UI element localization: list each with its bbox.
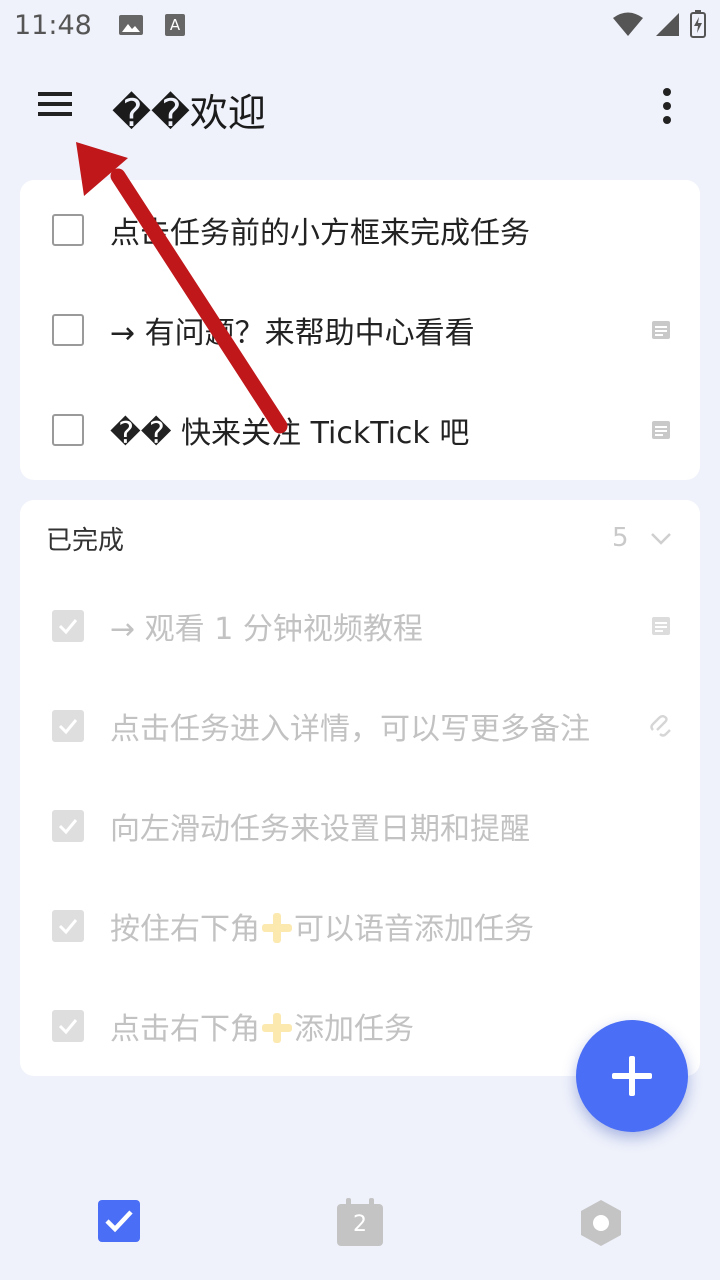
- completed-count: 5: [612, 523, 629, 553]
- note-icon: [652, 421, 670, 439]
- add-task-button[interactable]: [576, 1020, 688, 1132]
- task-checkbox-checked[interactable]: [52, 910, 84, 942]
- image-icon: [118, 14, 144, 36]
- completed-title: 已完成: [46, 525, 125, 556]
- task-text-before: 点击右下角: [110, 1012, 260, 1047]
- task-checkbox[interactable]: [52, 314, 84, 346]
- completed-task-row[interactable]: 向左滑动任务来设置日期和提醒: [20, 776, 700, 876]
- hamburger-menu-icon[interactable]: [36, 88, 76, 122]
- nav-tasks[interactable]: [96, 1198, 146, 1248]
- plus-emoji-icon: [260, 1013, 294, 1043]
- attachment-icon: [650, 715, 671, 737]
- task-checkbox-checked[interactable]: [52, 1010, 84, 1042]
- svg-text:A: A: [170, 16, 181, 34]
- bottom-nav: 2: [0, 1180, 720, 1280]
- check-icon: [58, 919, 78, 935]
- task-text: → 观看 1 分钟视频教程: [110, 612, 423, 647]
- note-icon: [652, 321, 670, 339]
- task-text: 按住右下角 可以语音添加任务: [110, 904, 534, 948]
- completed-section-header[interactable]: 已完成 5: [20, 500, 700, 576]
- task-text-after: 可以语音添加任务: [294, 912, 534, 947]
- task-text: 点击右下角 添加任务: [110, 1004, 414, 1048]
- task-row[interactable]: 点击任务前的小方框来完成任务: [20, 180, 700, 280]
- task-checkbox-checked[interactable]: [52, 610, 84, 642]
- task-row[interactable]: �� 快来关注 TickTick 吧: [20, 380, 700, 480]
- task-text: �� 快来关注 TickTick 吧: [110, 416, 470, 451]
- more-vertical-icon[interactable]: [652, 84, 682, 128]
- check-icon: [58, 1019, 78, 1035]
- hexagon-icon: [581, 1200, 621, 1246]
- signal-icon: [656, 13, 679, 36]
- status-right: [612, 10, 706, 38]
- calendar-date: 2: [353, 1212, 367, 1237]
- task-row[interactable]: → 有问题？来帮助中心看看: [20, 280, 700, 380]
- completed-task-row[interactable]: → 观看 1 分钟视频教程: [20, 576, 700, 676]
- task-text-before: 按住右下角: [110, 912, 260, 947]
- task-text: → 有问题？来帮助中心看看: [110, 316, 475, 351]
- task-checkbox-checked[interactable]: [52, 710, 84, 742]
- note-icon: [652, 617, 670, 635]
- app-header: ��欢迎: [0, 60, 720, 150]
- plus-emoji-icon: [260, 913, 294, 943]
- task-text-after: 添加任务: [294, 1012, 414, 1047]
- chevron-down-icon[interactable]: [650, 528, 672, 550]
- task-text: 点击任务进入详情，可以写更多备注: [110, 712, 590, 747]
- completed-card: 已完成 5 → 观看 1 分钟视频教程 点击任务进入详情，可以写更多备注 向左滑…: [20, 500, 700, 1076]
- page-title: ��欢迎: [112, 91, 266, 135]
- task-checkbox[interactable]: [52, 414, 84, 446]
- completed-task-row[interactable]: 按住右下角 可以语音添加任务: [20, 876, 700, 976]
- a-icon: A: [164, 13, 186, 37]
- checkbox-icon: [98, 1200, 140, 1242]
- nav-calendar[interactable]: 2: [335, 1198, 385, 1248]
- nav-habit[interactable]: [576, 1198, 626, 1248]
- task-text: 点击任务前的小方框来完成任务: [110, 216, 530, 251]
- wifi-icon: [613, 12, 643, 36]
- task-checkbox-checked[interactable]: [52, 810, 84, 842]
- task-checkbox[interactable]: [52, 214, 84, 246]
- check-icon: [58, 619, 78, 635]
- check-icon: [58, 719, 78, 735]
- check-icon: [58, 819, 78, 835]
- task-text: 向左滑动任务来设置日期和提醒: [110, 812, 530, 847]
- plus-icon: [612, 1056, 652, 1096]
- task-list-card: 点击任务前的小方框来完成任务 → 有问题？来帮助中心看看 �� 快来关注 Tic…: [20, 180, 700, 480]
- status-time: 11:48: [14, 9, 92, 41]
- completed-task-row[interactable]: 点击任务进入详情，可以写更多备注: [20, 676, 700, 776]
- status-bar: 11:48 A: [0, 0, 720, 50]
- battery-charging-icon: [690, 10, 706, 38]
